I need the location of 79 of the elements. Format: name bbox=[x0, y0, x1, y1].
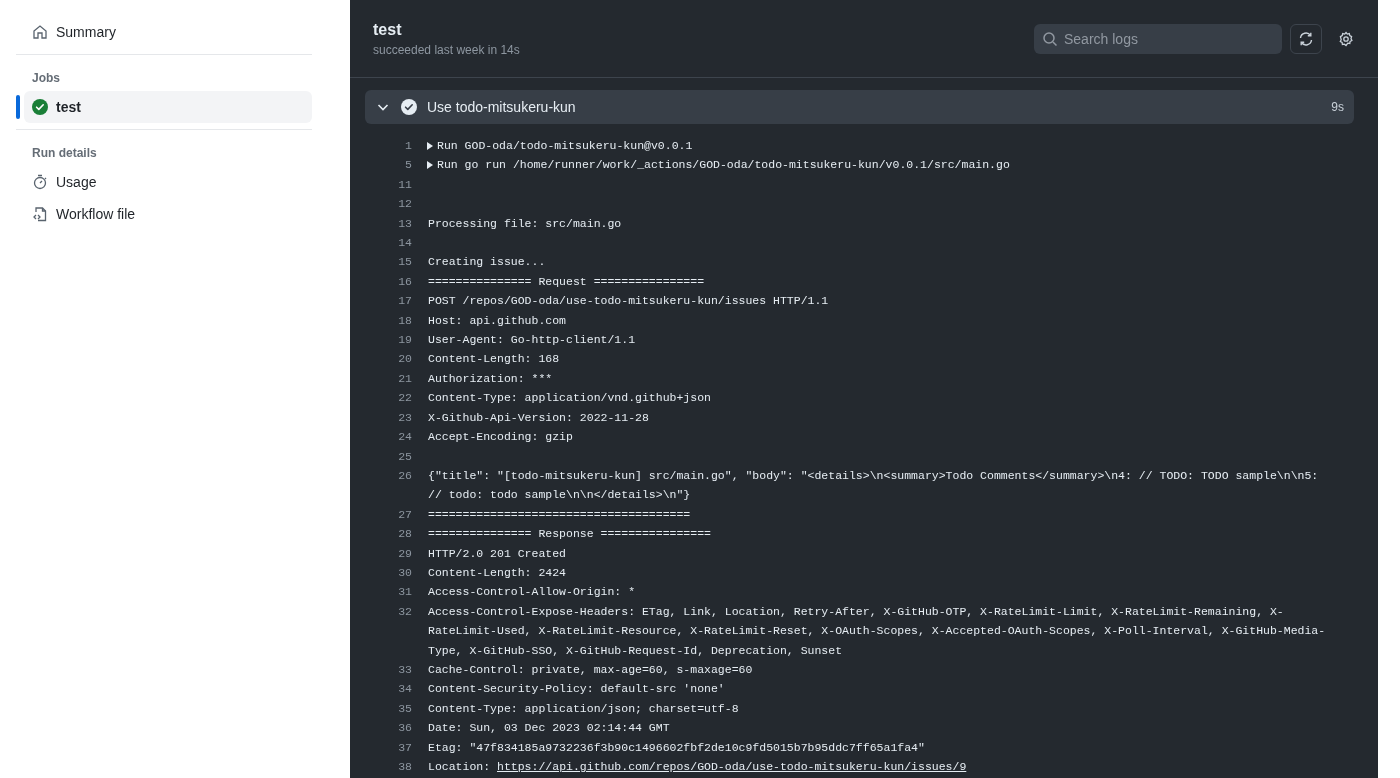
step-header[interactable]: Use todo-mitsukeru-kun 9s bbox=[365, 90, 1354, 124]
file-code-icon bbox=[32, 206, 48, 222]
step-name: Use todo-mitsukeru-kun bbox=[427, 99, 577, 115]
log-line: Content-Type: application/vnd.github+json bbox=[428, 390, 712, 407]
run-detail-link[interactable]: Usage bbox=[24, 166, 312, 198]
log-line: Creating issue... bbox=[428, 254, 547, 271]
log-line: Location: https://api.github.com/repos/GOD-oda/use-todo-mitsukeru-kun/issues/9 bbox=[428, 759, 968, 775]
line-number: 27 bbox=[397, 506, 413, 523]
log-line: =============== Request ================ bbox=[428, 273, 706, 290]
summary-link[interactable]: Summary bbox=[24, 16, 312, 48]
line-number: 15 bbox=[397, 254, 413, 271]
line-number: 18 bbox=[397, 312, 413, 329]
job-status-text: succeeded last week in 14s bbox=[373, 42, 521, 57]
log-line: Content-Length: 2424 bbox=[428, 564, 568, 581]
section-heading: Run details bbox=[31, 145, 98, 162]
line-number: 16 bbox=[397, 273, 413, 290]
line-number: 22 bbox=[397, 390, 413, 407]
line-number: 1 bbox=[404, 138, 413, 154]
selection-indicator bbox=[16, 95, 20, 119]
stopwatch-icon bbox=[32, 174, 48, 190]
line-number: 37 bbox=[397, 739, 413, 756]
log-line: Content-Type: application/json; charset=utf-8 bbox=[428, 700, 740, 717]
line-number: 5 bbox=[404, 157, 413, 174]
log-line: Host: api.github.com bbox=[428, 312, 568, 329]
line-number: 32 bbox=[397, 603, 413, 620]
log-line: =============== Response ================ bbox=[428, 526, 712, 543]
line-number: 26 bbox=[397, 467, 413, 484]
search-field[interactable]: Search logs bbox=[1034, 23, 1282, 54]
refresh-button[interactable] bbox=[1290, 23, 1322, 54]
line-number: 29 bbox=[397, 545, 413, 562]
section-heading: Jobs bbox=[31, 70, 61, 87]
log-line: Content-Security-Policy: default-src 'none' bbox=[428, 681, 726, 698]
line-number: 34 bbox=[397, 681, 413, 698]
triangle-icon bbox=[426, 141, 434, 150]
log-line: {"title": "[todo-mitsukeru-kun] src/main.go", "body": "<details>\n<summary>Todo Comments</summary>\n4: // TODO: TODO sample\n\n5: // todo: todo sample\n\n</details>\n"} bbox=[428, 467, 1320, 504]
line-number: 11 bbox=[397, 176, 413, 193]
line-number: 12 bbox=[397, 196, 413, 213]
log-link[interactable]: https://api.github.com/repos/GOD-oda/use-todo-mitsukeru-kun/issues/9 bbox=[497, 760, 967, 773]
log-line: HTTP/2.0 201 Created bbox=[428, 545, 568, 562]
success-check-icon bbox=[401, 99, 417, 115]
log-line: ====================================== bbox=[428, 506, 692, 523]
line-number: 30 bbox=[397, 564, 413, 581]
job-title: test bbox=[373, 20, 403, 39]
log-group[interactable]: Run GOD-oda/todo-mitsukeru-kun@v0.0.1 bbox=[426, 136, 693, 156]
line-number: 21 bbox=[397, 370, 413, 387]
run-detail-link[interactable]: Workflow file bbox=[24, 198, 312, 230]
line-number: 36 bbox=[397, 720, 413, 737]
log-line: Processing file: src/main.go bbox=[428, 215, 623, 232]
log-line: Date: Sun, 03 Dec 2023 02:14:44 GMT bbox=[428, 720, 671, 737]
gear-icon bbox=[1338, 30, 1354, 47]
line-number: 24 bbox=[397, 429, 413, 446]
log-line: Accept-Encoding: gzip bbox=[428, 429, 574, 446]
line-number: 33 bbox=[397, 661, 413, 678]
log-line: Access-Control-Allow-Origin: * bbox=[428, 584, 637, 601]
line-number: 25 bbox=[397, 448, 413, 465]
success-check-icon bbox=[32, 99, 48, 115]
line-number: 14 bbox=[397, 235, 413, 252]
log-line: Cache-Control: private, max-age=60, s-maxage=60 bbox=[428, 661, 754, 678]
log-line: X-Github-Api-Version: 2022-11-28 bbox=[428, 409, 650, 426]
line-number: 31 bbox=[397, 584, 413, 601]
line-number: 35 bbox=[397, 700, 413, 717]
line-number: 13 bbox=[397, 215, 413, 232]
refresh-icon bbox=[1298, 30, 1314, 47]
log-line: Etag: "47f834185a9732236f3b90c1496602fbf2de10c9fd5015b7b95ddc7ff65a1fa4" bbox=[428, 739, 926, 756]
home-icon bbox=[32, 24, 48, 40]
log-line: Authorization: *** bbox=[428, 370, 554, 387]
line-number: 23 bbox=[397, 409, 413, 426]
line-number: 28 bbox=[397, 526, 413, 543]
step-duration: 9s bbox=[1331, 100, 1344, 114]
log-line: Content-Length: 168 bbox=[428, 351, 561, 368]
line-number: 17 bbox=[397, 293, 413, 310]
triangle-icon bbox=[426, 161, 434, 170]
log-line: POST /repos/GOD-oda/use-todo-mitsukeru-kun/issues HTTP/1.1 bbox=[428, 293, 830, 310]
log-group[interactable]: Run go run /home/runner/work/_actions/GOD-oda/todo-mitsukeru-kun/v0.0.1/src/main.go bbox=[426, 155, 1010, 175]
log-line: Access-Control-Expose-Headers: ETag, Link, Location, Retry-After, X-GitHub-OTP, X-RateLimit-Limit, X-RateLimit-Remaining, X-RateLimit-Used, X-RateLimit-Resource, X-RateLimit-Reset, X-OAuth-Scopes, X-Accepted-OAuth-Scopes, X-Poll-Interval, X-GitHub-Media-Type, X-GitHub-SSO, X-GitHub-Request-Id, Deprecation, Sunset bbox=[428, 603, 1327, 659]
line-number: 38 bbox=[397, 759, 413, 775]
log-line: User-Agent: Go-http-client/1.1 bbox=[428, 332, 637, 349]
line-number: 20 bbox=[397, 351, 413, 368]
line-number: 19 bbox=[397, 332, 413, 349]
